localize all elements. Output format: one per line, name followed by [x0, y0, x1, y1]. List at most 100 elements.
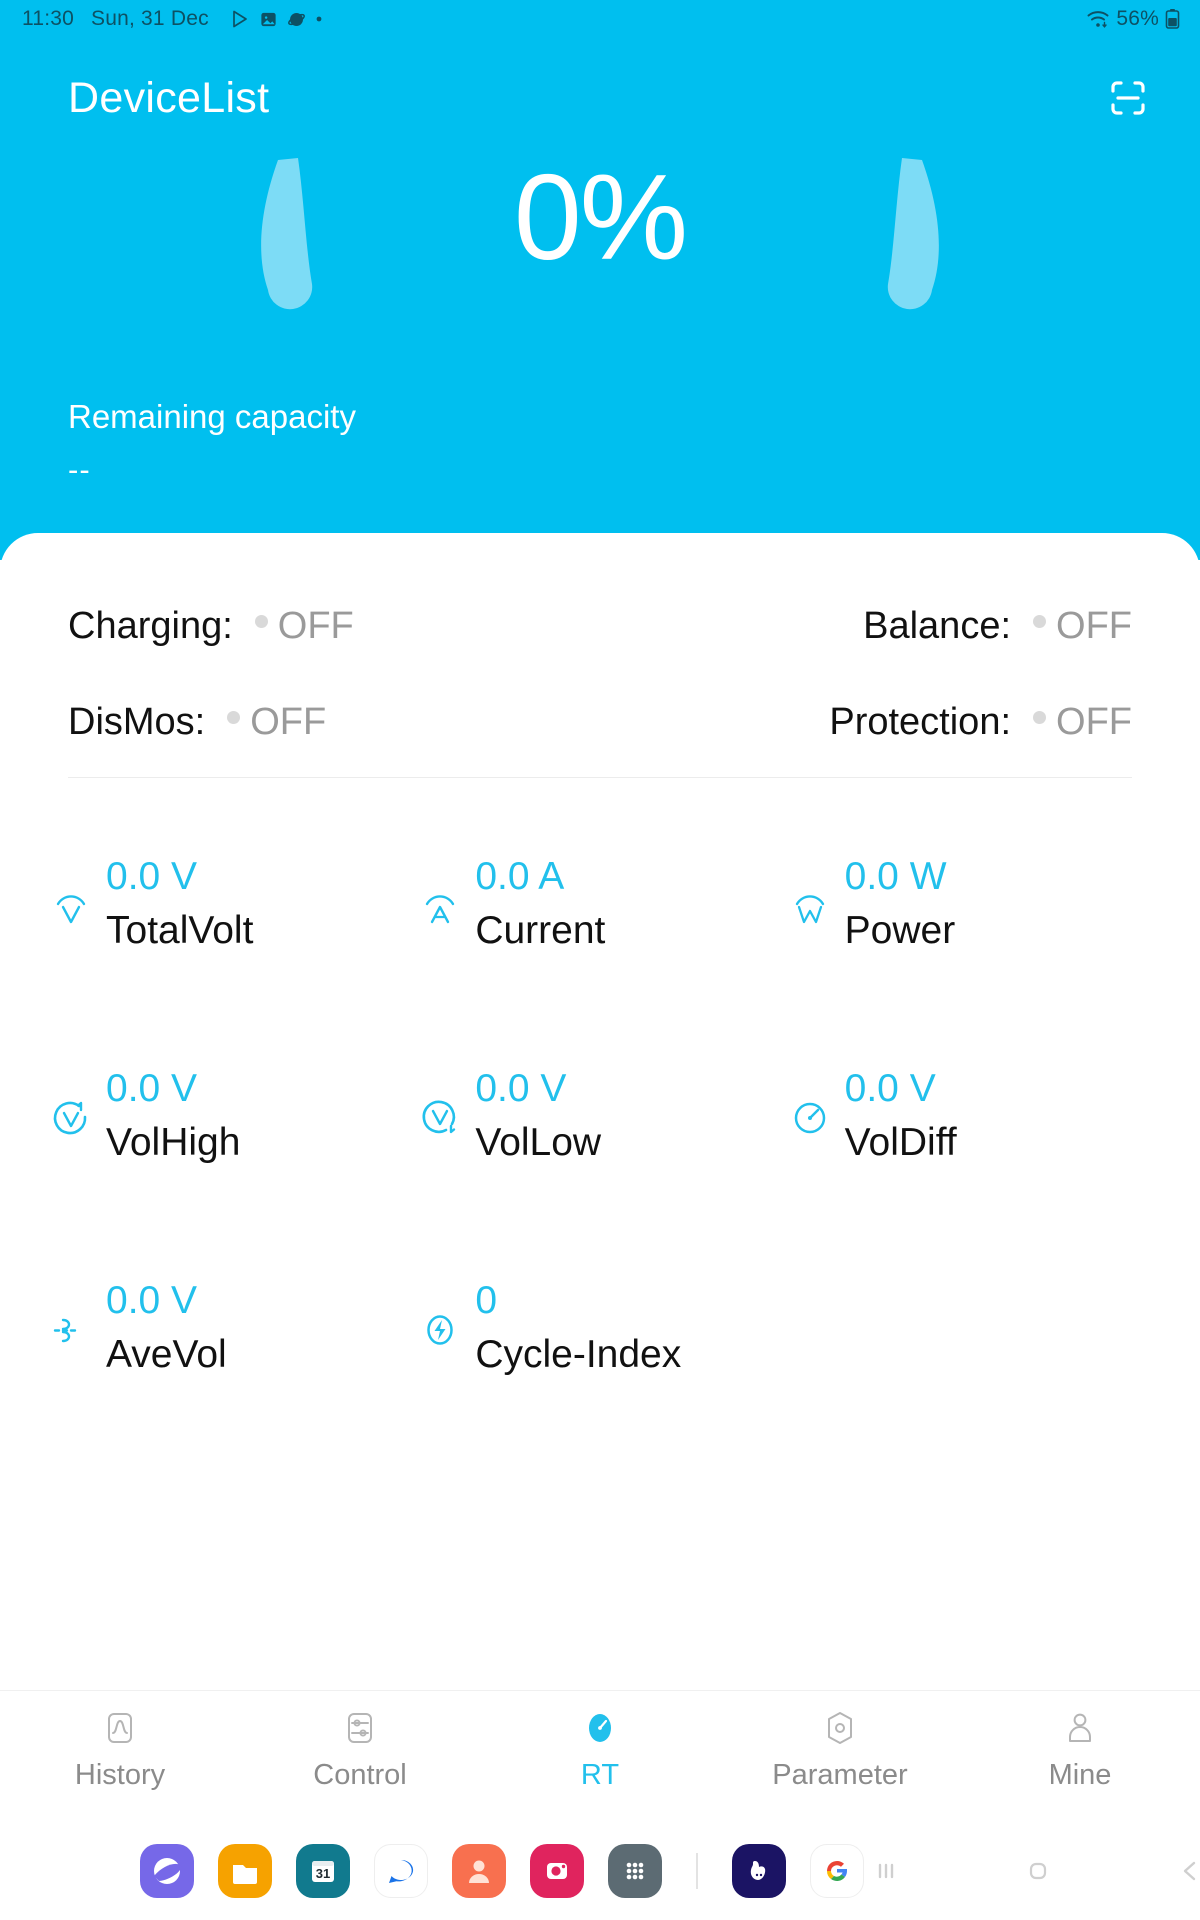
status-label: Protection: — [829, 700, 1012, 743]
header-title-bar: DeviceList — [0, 58, 1200, 138]
volt-high-icon — [46, 1091, 96, 1145]
my-files-icon[interactable] — [218, 1844, 272, 1898]
battery-percentage: 56% — [1116, 7, 1159, 30]
status-grid: Charging: OFF Balance: OFF DisMos: OFF P… — [0, 578, 1200, 770]
status-label: Balance: — [863, 604, 1012, 647]
tab-label: Parameter — [772, 1759, 908, 1791]
recents-icon — [878, 1863, 894, 1879]
metric-value: 0.0 V — [106, 855, 198, 898]
status-item-protection: Protection: OFF — [829, 701, 1132, 744]
metric-total-volt[interactable]: 0.0 V TotalVolt — [46, 833, 415, 1045]
waveform-dc-icon — [46, 1303, 96, 1357]
android-dock: 31 — [0, 1822, 1200, 1920]
apps-grid-icon[interactable] — [608, 1844, 662, 1898]
status-row: Charging: OFF Balance: OFF — [68, 578, 1132, 674]
contacts-icon[interactable] — [452, 1844, 506, 1898]
section-divider — [68, 777, 1132, 778]
tab-mine[interactable]: Mine — [960, 1705, 1200, 1792]
gauge-dial-icon — [785, 1091, 835, 1145]
dot-icon — [316, 16, 322, 22]
tab-control[interactable]: Control — [240, 1705, 480, 1792]
bolt-circle-icon — [415, 1303, 465, 1357]
bottom-tab-bar: History Control RT Parameter Mine — [0, 1690, 1200, 1822]
recents-button[interactable] — [864, 1849, 908, 1893]
metric-vol-diff[interactable]: 0.0 V VolDiff — [785, 1045, 1154, 1257]
metric-texts: 0.0 V VolLow — [475, 1063, 601, 1171]
remaining-capacity-label: Remaining capacity — [68, 398, 356, 435]
home-button[interactable] — [1016, 1849, 1060, 1893]
instagram-icon[interactable] — [530, 1844, 584, 1898]
status-label: Charging: — [68, 604, 233, 647]
google-icon[interactable] — [810, 1844, 864, 1898]
gauge-percent-value: 0% — [513, 149, 688, 285]
metric-texts: 0.0 V VolHigh — [106, 1063, 240, 1171]
tab-rt[interactable]: RT — [480, 1705, 720, 1792]
tab-parameter[interactable]: Parameter — [720, 1705, 960, 1792]
metric-value: 0.0 A — [475, 855, 565, 898]
app-root: 11:30 Sun, 31 Dec 56% DeviceList 0% Rema… — [0, 0, 1200, 1920]
metric-label: TotalVolt — [106, 909, 254, 952]
status-item-balance: Balance: OFF — [863, 605, 1132, 648]
status-indicator-dot — [227, 710, 241, 724]
metric-cycle-index[interactable]: 0 Cycle-Index — [415, 1257, 784, 1469]
metric-label: Current — [475, 909, 606, 952]
back-button[interactable] — [1168, 1849, 1200, 1893]
metric-texts: 0.0 V VolDiff — [845, 1063, 957, 1171]
watt-arc-icon — [785, 879, 835, 933]
metric-value: 0.0 V — [475, 1067, 567, 1110]
status-time: 11:30 — [22, 7, 74, 30]
samsung-internet-icon[interactable] — [140, 1844, 194, 1898]
status-value: OFF — [1056, 700, 1132, 743]
metric-label: VolDiff — [844, 1121, 957, 1164]
back-icon — [1183, 1861, 1196, 1881]
status-notification-icons — [230, 9, 323, 29]
calendar-icon[interactable]: 31 — [296, 1844, 350, 1898]
samsung-internet-icon — [287, 12, 305, 26]
metric-vol-low[interactable]: 0.0 V VolLow — [415, 1045, 784, 1257]
status-item-charging: Charging: OFF — [68, 605, 354, 648]
metric-power[interactable]: 0.0 W Power — [785, 833, 1154, 1045]
app-header: 11:30 Sun, 31 Dec 56% DeviceList 0% Rema… — [0, 0, 1200, 560]
home-icon — [1029, 1862, 1047, 1880]
metric-texts: 0.0 W Power — [845, 851, 956, 959]
speedometer-icon — [580, 1705, 620, 1751]
metric-value: 0.0 V — [106, 1067, 198, 1110]
metric-texts: 0.0 V AveVol — [106, 1275, 227, 1383]
status-label: DisMos: — [68, 700, 206, 743]
svg-text:31: 31 — [316, 1866, 330, 1881]
dock-app-list: 31 — [0, 1844, 864, 1898]
metric-row: 0.0 V VolHigh 0.0 V VolLow 0.0 V VolDiff — [46, 1045, 1154, 1257]
status-bar-right: 56% — [1086, 7, 1180, 31]
metric-label: VolHigh — [106, 1121, 241, 1164]
status-row: DisMos: OFF Protection: OFF — [68, 674, 1132, 770]
dock-divider — [696, 1853, 698, 1889]
metric-row: 0.0 V TotalVolt 0.0 A Current 0.0 W Powe… — [46, 833, 1154, 1045]
metric-vol-high[interactable]: 0.0 V VolHigh — [46, 1045, 415, 1257]
content-sheet: Charging: OFF Balance: OFF DisMos: OFF P… — [0, 533, 1200, 1690]
gallery-icon — [261, 12, 276, 26]
metric-current[interactable]: 0.0 A Current — [415, 833, 784, 1045]
lottery-icon[interactable] — [732, 1844, 786, 1898]
metric-texts: 0.0 A Current — [475, 851, 605, 959]
metric-value: 0.0 V — [844, 1067, 936, 1110]
scan-qr-icon[interactable] — [1102, 72, 1154, 124]
status-value: OFF — [1056, 604, 1132, 647]
metric-label: VolLow — [475, 1121, 602, 1164]
metric-texts: 0.0 V TotalVolt — [106, 851, 253, 959]
metric-label: Cycle-Index — [475, 1333, 682, 1376]
status-value: OFF — [277, 604, 354, 647]
status-item-dismos: DisMos: OFF — [68, 701, 326, 744]
messages-icon[interactable] — [374, 1844, 428, 1898]
metric-ave-vol[interactable]: 0.0 V AveVol — [46, 1257, 415, 1469]
battery-icon — [1165, 9, 1180, 29]
chart-line-icon — [100, 1705, 140, 1751]
status-value: OFF — [250, 700, 327, 743]
status-indicator-dot — [254, 614, 268, 628]
tab-label: History — [74, 1759, 166, 1791]
metric-label: AveVol — [106, 1333, 227, 1376]
status-bar-left: 11:30 Sun, 31 Dec — [22, 7, 323, 31]
page-title: DeviceList — [68, 73, 270, 122]
tab-label: RT — [580, 1759, 620, 1791]
sliders-icon — [340, 1705, 380, 1751]
tab-history[interactable]: History — [0, 1705, 240, 1792]
